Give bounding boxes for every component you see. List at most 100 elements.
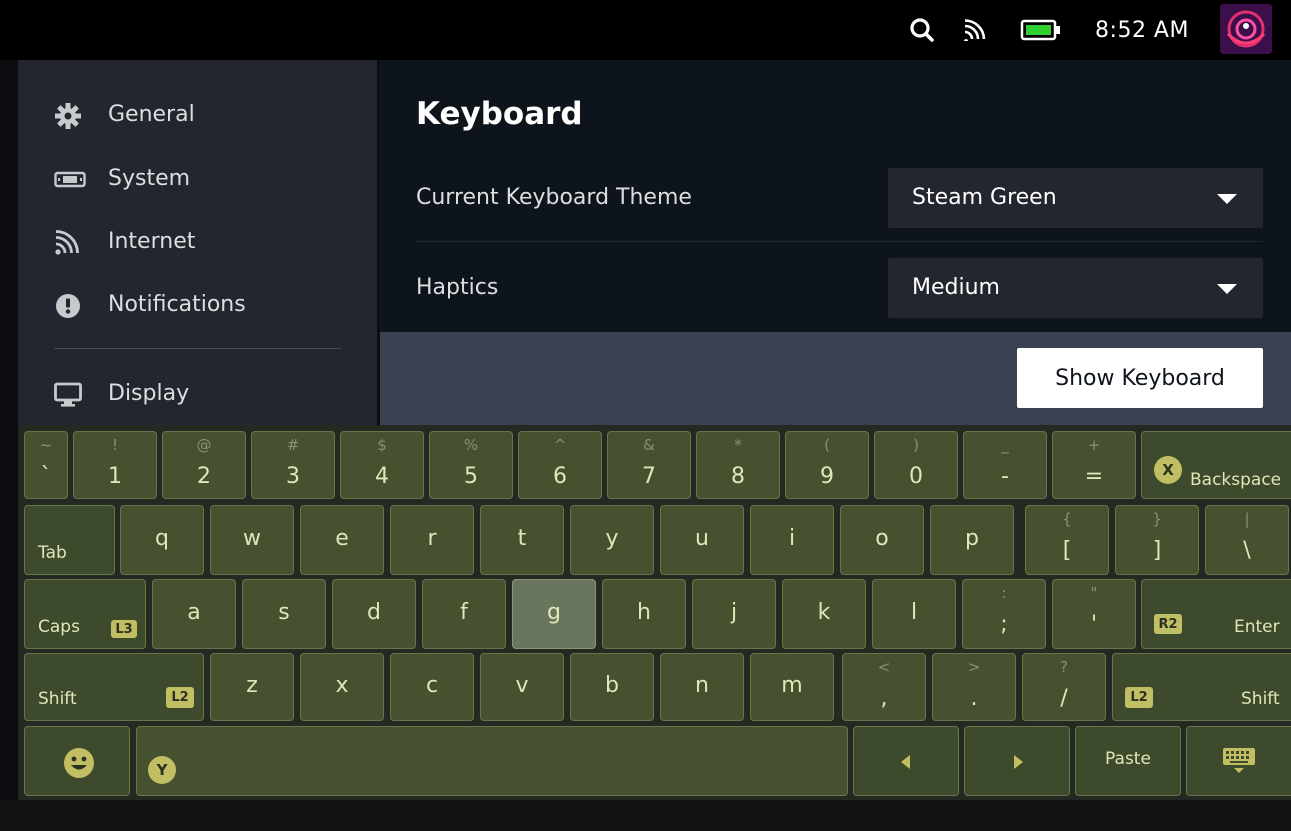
key-d[interactable]: d <box>332 579 416 649</box>
key-q[interactable]: q <box>120 505 204 575</box>
key-s[interactable]: s <box>242 579 326 649</box>
key-f[interactable]: f <box>422 579 506 649</box>
key-label: Backspace <box>1190 470 1282 490</box>
key-caps[interactable]: Caps L3 <box>24 579 146 649</box>
key-4[interactable]: $4 <box>340 431 424 499</box>
gear-icon <box>54 103 82 129</box>
key-apostrophe[interactable]: " ' <box>1052 579 1136 649</box>
key-9[interactable]: (9 <box>785 431 869 499</box>
key-label: Enter <box>1234 617 1280 637</box>
action-band: Show Keyboard <box>380 332 1291 425</box>
key-e[interactable]: e <box>300 505 384 575</box>
key-backtick[interactable]: ~ ` <box>24 431 68 499</box>
status-bar: 8:52 AM <box>0 0 1291 60</box>
key-left-bracket[interactable]: {[ <box>1025 505 1109 575</box>
monitor-icon <box>54 382 82 407</box>
key-hide-keyboard[interactable] <box>1186 726 1291 796</box>
key-semicolon[interactable]: :; <box>962 579 1046 649</box>
key-5[interactable]: % 5 <box>429 431 513 499</box>
settings-sidebar: General System Internet Notifications Di… <box>18 60 377 425</box>
key-tab[interactable]: Tab <box>24 505 115 575</box>
r2-button-icon: R2 <box>1154 614 1182 634</box>
avatar[interactable] <box>1220 4 1272 54</box>
key-l[interactable]: l <box>872 579 956 649</box>
key-8[interactable]: * 8 <box>696 431 780 499</box>
keyboard-icon <box>1222 747 1256 779</box>
key-space[interactable]: Y <box>136 726 848 796</box>
key-shift-right[interactable]: L2 Shift <box>1112 653 1291 721</box>
key-period[interactable]: >. <box>932 653 1016 721</box>
key-h[interactable]: h <box>602 579 686 649</box>
key-k[interactable]: k <box>782 579 866 649</box>
key-j[interactable]: j <box>692 579 776 649</box>
key-t[interactable]: t <box>480 505 564 575</box>
wifi-icon <box>958 0 992 60</box>
sidebar-item-system[interactable]: System <box>18 155 377 203</box>
keyboard-theme-dropdown[interactable]: Steam Green <box>888 168 1263 228</box>
key-label: Caps <box>38 617 80 637</box>
show-keyboard-button[interactable]: Show Keyboard <box>1017 348 1263 408</box>
sidebar-item-internet[interactable]: Internet <box>18 218 377 266</box>
chevron-down-icon <box>1217 194 1237 204</box>
key-n[interactable]: n <box>660 653 744 721</box>
key-u[interactable]: u <box>660 505 744 575</box>
x-button-icon: X <box>1154 456 1182 484</box>
key-v[interactable]: v <box>480 653 564 721</box>
key-2[interactable]: @2 <box>162 431 246 499</box>
alert-icon <box>54 293 82 318</box>
chevron-down-icon <box>1217 284 1237 294</box>
key-emoji[interactable] <box>24 726 130 796</box>
search-icon[interactable] <box>904 0 940 60</box>
sidebar-item-label: Notifications <box>108 292 246 317</box>
keyboard-theme-label: Current Keyboard Theme <box>416 185 692 210</box>
key-shift-left[interactable]: Shift L2 <box>24 653 204 721</box>
key-m[interactable]: m <box>750 653 834 721</box>
key-7[interactable]: & 7 <box>607 431 691 499</box>
caret-right-icon <box>1014 755 1023 769</box>
key-w[interactable]: w <box>210 505 294 575</box>
row-divider <box>416 241 1263 242</box>
sidebar-item-display[interactable]: Display <box>18 370 377 418</box>
key-paste[interactable]: Paste <box>1075 726 1181 796</box>
key-3[interactable]: #3 <box>251 431 335 499</box>
haptics-label: Haptics <box>416 275 499 300</box>
keyboard-settings-panel: Keyboard Current Keyboard Theme Steam Gr… <box>379 60 1291 332</box>
key-g[interactable]: g <box>512 579 596 649</box>
key-6[interactable]: ^ 6 <box>518 431 602 499</box>
key-z[interactable]: z <box>210 653 294 721</box>
key-arrow-left[interactable] <box>853 726 959 796</box>
l2-button-icon: L2 <box>166 687 194 708</box>
key-0[interactable]: ) 0 <box>874 431 958 499</box>
key-y[interactable]: y <box>570 505 654 575</box>
dropdown-value: Steam Green <box>912 185 1057 210</box>
clock: 8:52 AM <box>1095 17 1189 43</box>
key-a[interactable]: a <box>152 579 236 649</box>
haptics-dropdown[interactable]: Medium <box>888 258 1263 318</box>
key-enter[interactable]: R2 Enter <box>1141 579 1291 649</box>
key-backslash[interactable]: | \ <box>1205 505 1289 575</box>
key-minus[interactable]: _ - <box>963 431 1047 499</box>
key-x[interactable]: x <box>300 653 384 721</box>
sidebar-item-label: System <box>108 166 191 191</box>
key-comma[interactable]: <, <box>842 653 926 721</box>
key-arrow-right[interactable] <box>964 726 1070 796</box>
sidebar-item-label: General <box>108 102 195 127</box>
key-1[interactable]: ! 1 <box>73 431 157 499</box>
key-right-bracket[interactable]: }] <box>1115 505 1199 575</box>
key-b[interactable]: b <box>570 653 654 721</box>
sidebar-divider <box>54 348 341 349</box>
key-label: Shift <box>38 689 77 709</box>
sidebar-item-general[interactable]: General <box>18 91 377 139</box>
key-label: Shift <box>1241 689 1280 709</box>
key-o[interactable]: o <box>840 505 924 575</box>
sidebar-item-notifications[interactable]: Notifications <box>18 281 377 329</box>
l3-button-icon: L3 <box>111 620 137 638</box>
key-equals[interactable]: + = <box>1052 431 1136 499</box>
key-slash[interactable]: ? / <box>1022 653 1106 721</box>
key-p[interactable]: p <box>930 505 1014 575</box>
y-button-icon: Y <box>148 756 176 784</box>
key-r[interactable]: r <box>390 505 474 575</box>
key-i[interactable]: i <box>750 505 834 575</box>
key-c[interactable]: c <box>390 653 474 721</box>
key-backspace[interactable]: X Backspace <box>1141 431 1291 499</box>
